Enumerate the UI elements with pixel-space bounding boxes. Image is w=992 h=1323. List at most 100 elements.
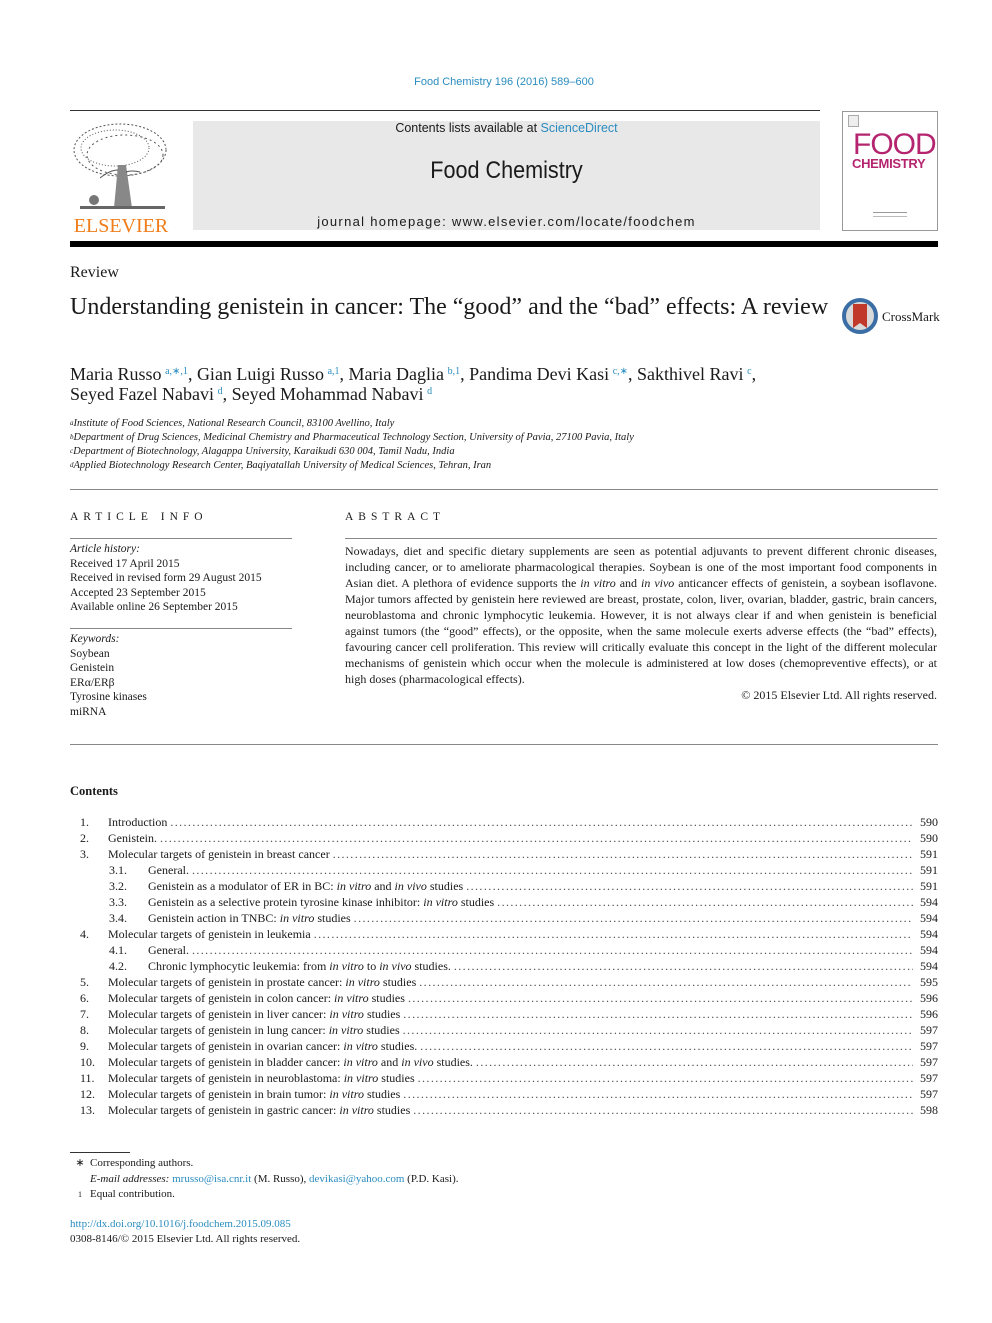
toc-number: 3.	[80, 847, 89, 861]
toc-entry[interactable]: 4.2. Chronic lymphocytic leukemia: from i…	[70, 959, 938, 975]
toc-title[interactable]: Molecular targets of genistein in bladde…	[108, 1055, 473, 1070]
author[interactable]: Maria Daglia b,1,	[349, 364, 470, 384]
cover-rule	[873, 216, 907, 217]
journal-cover-thumbnail[interactable]: FOOD CHEMISTRY	[842, 111, 938, 231]
toc-entry[interactable]: 5. Molecular targets of genistein in pros…	[70, 975, 938, 991]
history-item: Received 17 April 2015	[70, 557, 180, 570]
toc-entry[interactable]: 3. Molecular targets of genistein in brea…	[70, 847, 938, 863]
keyword: miRNA	[70, 705, 107, 718]
toc-entry[interactable]: 3.4. Genistein action in TNBC: in vitro s…	[70, 911, 938, 927]
email-link[interactable]: devikasi@yahoo.com	[309, 1173, 404, 1185]
abstract-copyright: © 2015 Elsevier Ltd. All rights reserved…	[741, 688, 937, 702]
author[interactable]: Gian Luigi Russo a,1,	[197, 364, 349, 384]
toc-title[interactable]: Molecular targets of genistein in neurob…	[108, 1071, 415, 1086]
journal-homepage[interactable]: journal homepage: www.elsevier.com/locat…	[193, 214, 820, 229]
toc-number: 3.3.	[109, 895, 127, 909]
toc-entry[interactable]: 1. Introduction 590	[70, 815, 938, 831]
toc-entry[interactable]: 6. Molecular targets of genistein in colo…	[70, 991, 938, 1007]
toc-number: 3.2.	[109, 879, 127, 893]
toc-number: 3.1.	[109, 863, 127, 877]
toc-entry[interactable]: 3.1. General. 591	[70, 863, 938, 879]
toc-leader	[403, 1087, 913, 1102]
journal-citation[interactable]: Food Chemistry 196 (2016) 589–600	[0, 76, 992, 88]
toc-page: 597	[920, 1039, 938, 1053]
toc-leader	[497, 895, 913, 910]
author[interactable]: Pandima Devi Kasi c,∗,	[469, 364, 637, 384]
toc-number: 11.	[80, 1071, 95, 1085]
toc-number: 5.	[80, 975, 89, 989]
cover-rule	[873, 212, 907, 213]
toc-leader	[354, 911, 913, 926]
author[interactable]: Seyed Mohammad Nabavi d	[232, 384, 433, 404]
toc-number: 13.	[80, 1103, 95, 1117]
toc-leader	[476, 1055, 913, 1070]
toc-title[interactable]: Molecular targets of genistein in prosta…	[108, 975, 416, 990]
toc-entry[interactable]: 12. Molecular targets of genistein in bra…	[70, 1087, 938, 1103]
toc-page: 596	[920, 991, 938, 1005]
crossmark-button[interactable]: CrossMark	[842, 296, 942, 336]
toc-entry[interactable]: 11. Molecular targets of genistein in neu…	[70, 1071, 938, 1087]
toc-page: 596	[920, 1007, 938, 1021]
toc-leader	[403, 1023, 913, 1038]
toc-entry[interactable]: 7. Molecular targets of genistein in live…	[70, 1007, 938, 1023]
toc-page: 595	[920, 975, 938, 989]
toc-title[interactable]: Chronic lymphocytic leukemia: from in vi…	[148, 959, 451, 974]
email-link[interactable]: mrusso@isa.cnr.it	[172, 1173, 251, 1185]
toc-page: 594	[920, 911, 938, 925]
keyword: ERα/ERβ	[70, 676, 115, 689]
toc-title[interactable]: Molecular targets of genistein in breast…	[108, 847, 330, 862]
toc-entry[interactable]: 4.1. General. 594	[70, 943, 938, 959]
toc-leader	[419, 975, 913, 990]
toc-number: 1.	[80, 815, 89, 829]
sciencedirect-link[interactable]: ScienceDirect	[541, 121, 618, 135]
toc-title[interactable]: Molecular targets of genistein in ovaria…	[108, 1039, 417, 1054]
toc-leader	[408, 991, 913, 1006]
crossmark-label: CrossMark	[882, 309, 940, 324]
toc-title[interactable]: Genistein.	[108, 831, 157, 846]
toc-title[interactable]: Genistein action in TNBC: in vitro studi…	[148, 911, 351, 926]
toc-entry[interactable]: 10. Molecular targets of genistein in bla…	[70, 1055, 938, 1071]
toc-title[interactable]: Genistein as a selective protein tyrosin…	[148, 895, 494, 910]
elsevier-logo[interactable]: ELSEVIER	[70, 120, 172, 236]
citation-link[interactable]: Food Chemistry 196 (2016) 589–600	[414, 76, 594, 88]
toc-leader	[160, 831, 913, 846]
toc-number: 4.1.	[109, 943, 127, 957]
affiliation: aInstitute of Food Sciences, National Re…	[70, 418, 395, 429]
toc-title[interactable]: Molecular targets of genistein in brain …	[108, 1087, 400, 1102]
toc-title[interactable]: General.	[148, 943, 189, 958]
toc-leader	[170, 815, 913, 830]
toc-entry[interactable]: 3.2. Genistein as a modulator of ER in BC…	[70, 879, 938, 895]
toc-page: 594	[920, 927, 938, 941]
toc-page: 590	[920, 815, 938, 829]
toc-page: 597	[920, 1071, 938, 1085]
crossmark-icon	[842, 298, 878, 334]
toc-title[interactable]: Molecular targets of genistein in lung c…	[108, 1023, 400, 1038]
toc-page: 594	[920, 895, 938, 909]
toc-entry[interactable]: 4. Molecular targets of genistein in leuk…	[70, 927, 938, 943]
toc-page: 591	[920, 879, 938, 893]
toc-number: 3.4.	[109, 911, 127, 925]
toc-title[interactable]: Molecular targets of genistein in leukem…	[108, 927, 311, 942]
toc-title[interactable]: Genistein as a modulator of ER in BC: in…	[148, 879, 463, 894]
toc-entry[interactable]: 9. Molecular targets of genistein in ovar…	[70, 1039, 938, 1055]
header-rule	[70, 110, 820, 111]
author-list: Maria Russo a,∗,1, Gian Luigi Russo a,1,…	[70, 364, 870, 404]
toc-title[interactable]: Molecular targets of genistein in liver …	[108, 1007, 400, 1022]
toc-title[interactable]: Introduction	[108, 815, 167, 830]
toc-entry[interactable]: 13. Molecular targets of genistein in gas…	[70, 1103, 938, 1119]
affiliation: dApplied Biotechnology Research Center, …	[70, 460, 492, 471]
footnote-corresponding: ∗ Corresponding authors.	[75, 1157, 194, 1169]
author[interactable]: Seyed Fazel Nabavi d,	[70, 384, 232, 404]
toc-title[interactable]: Molecular targets of genistein in gastri…	[108, 1103, 410, 1118]
toc-entry[interactable]: 2. Genistein. 590	[70, 831, 938, 847]
doi-link[interactable]: http://dx.doi.org/10.1016/j.foodchem.201…	[70, 1218, 291, 1230]
toc-title[interactable]: General.	[148, 863, 189, 878]
table-of-contents: 1. Introduction 590 2. Genistein. 590 3. Molecu…	[70, 815, 938, 1119]
author[interactable]: Sakthivel Ravi c,	[637, 364, 756, 384]
article-title: Understanding genistein in cancer: The “…	[70, 294, 829, 320]
toc-number: 2.	[80, 831, 89, 845]
toc-entry[interactable]: 8. Molecular targets of genistein in lung…	[70, 1023, 938, 1039]
toc-title[interactable]: Molecular targets of genistein in colon …	[108, 991, 405, 1006]
author[interactable]: Maria Russo a,∗,1,	[70, 364, 197, 384]
toc-entry[interactable]: 3.3. Genistein as a selective protein tyr…	[70, 895, 938, 911]
